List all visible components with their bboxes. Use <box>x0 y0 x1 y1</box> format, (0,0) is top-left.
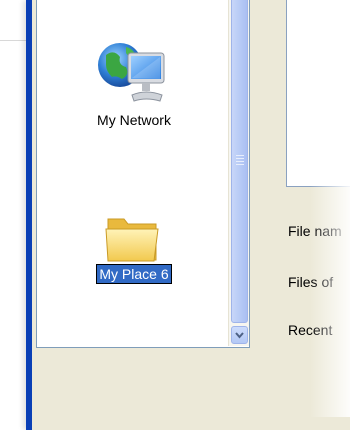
chevron-down-icon <box>235 331 244 339</box>
folder-icon <box>105 218 159 262</box>
places-scrollbar[interactable] <box>228 0 249 346</box>
scroll-down-button[interactable] <box>231 326 248 344</box>
place-my-place-6[interactable]: My Place 6 <box>37 209 231 284</box>
recent-label: Recent <box>288 322 333 338</box>
network-globe-computer-icon <box>98 43 165 102</box>
place-label-my-place-6[interactable]: My Place 6 <box>96 264 172 284</box>
places-bar: My Network My Place 6 <box>36 0 250 348</box>
files-of-type-label: Files of <box>288 274 334 290</box>
scroll-thumb[interactable] <box>231 0 248 323</box>
file-list-pane[interactable] <box>286 0 350 187</box>
divider-line <box>0 40 26 41</box>
file-name-label: File nam <box>288 223 342 239</box>
place-label-my-network: My Network <box>97 112 171 128</box>
place-my-network[interactable]: My Network <box>37 37 231 130</box>
